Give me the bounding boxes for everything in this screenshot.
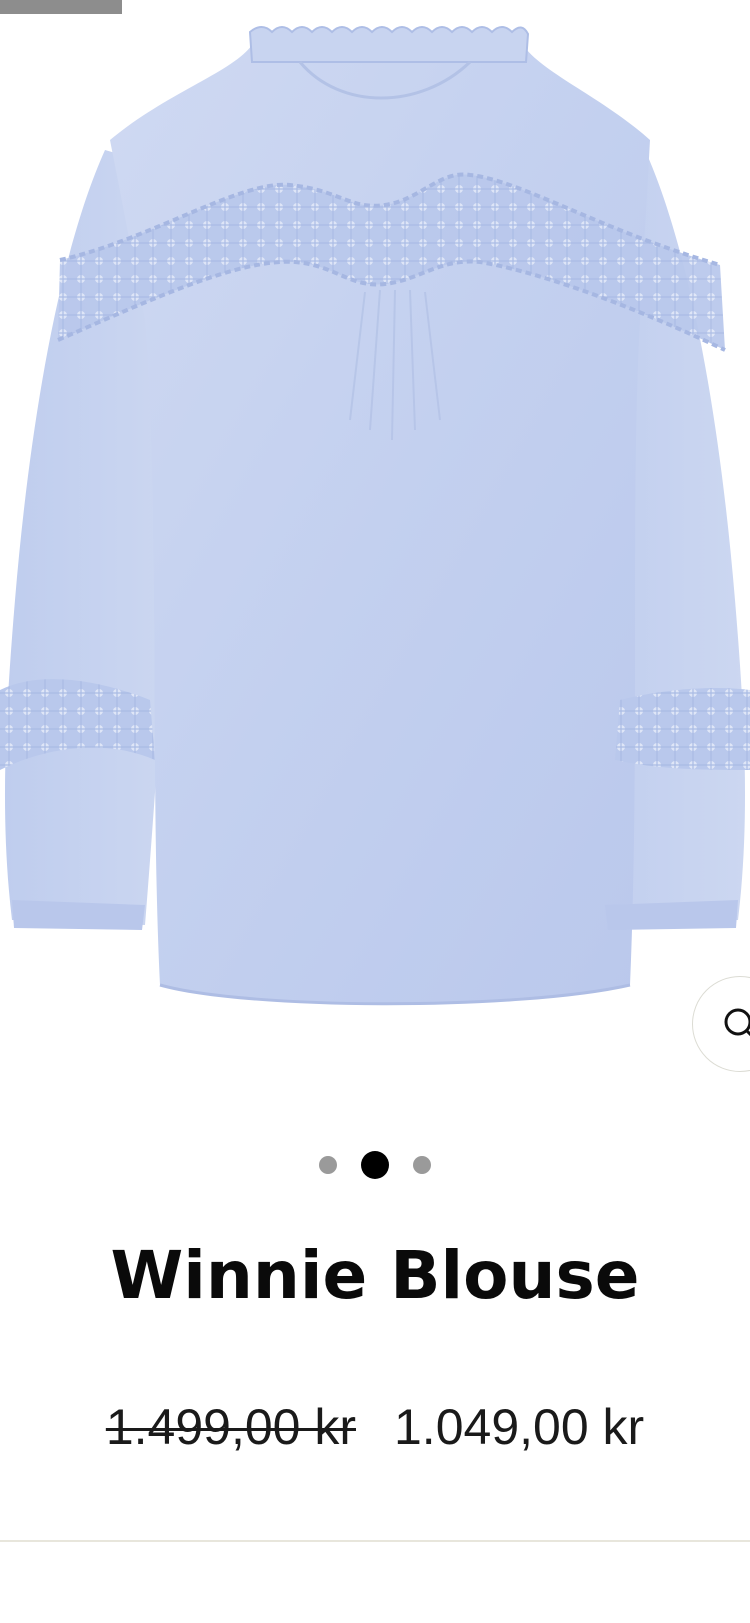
product-title: Winnie Blouse (110, 1237, 640, 1314)
price-row: 1.499,00 kr 1.049,00 kr (0, 1392, 750, 1462)
right-cuff (605, 900, 738, 930)
collar-ruffle (248, 26, 530, 63)
pagination-dot-1[interactable] (319, 1156, 337, 1174)
blouse-body (110, 40, 650, 1004)
section-divider (0, 1540, 750, 1542)
top-tab-indicator (0, 0, 122, 14)
right-sleeve-lace (615, 688, 750, 770)
product-image (0, 26, 750, 1006)
pagination-dot-3[interactable] (413, 1156, 431, 1174)
pagination-dot-2-active[interactable] (361, 1151, 389, 1179)
product-image-gallery[interactable] (0, 0, 750, 1080)
original-price: 1.499,00 kr (105, 1399, 356, 1455)
left-cuff (12, 900, 145, 930)
gallery-pagination (0, 1145, 750, 1185)
sale-price: 1.049,00 kr (394, 1399, 645, 1455)
search-icon (724, 1008, 750, 1037)
